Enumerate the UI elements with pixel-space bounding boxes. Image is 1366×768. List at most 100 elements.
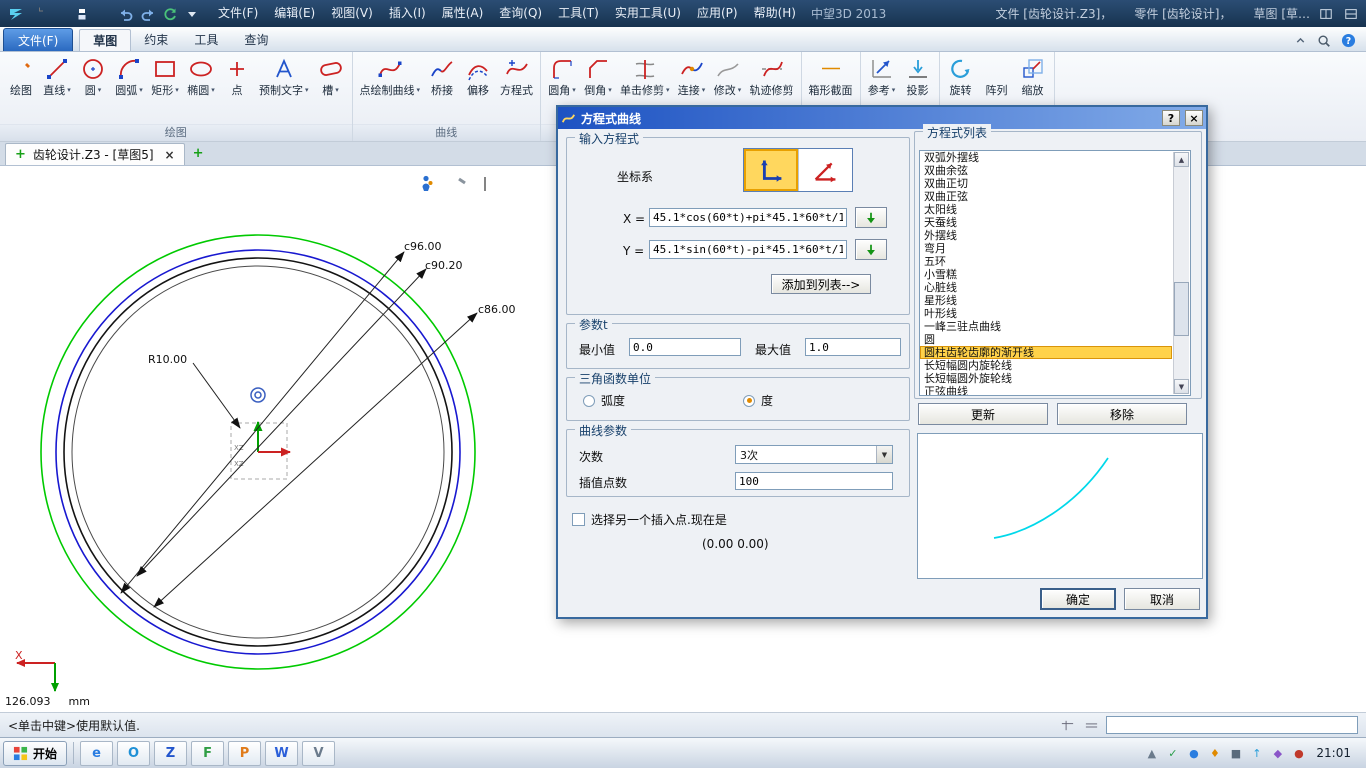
degree-select[interactable]: 3次 ▼ xyxy=(735,445,893,464)
polar-coord-button[interactable] xyxy=(798,149,852,191)
min-value-input[interactable] xyxy=(629,338,741,356)
window-layout-icon[interactable] xyxy=(1317,6,1335,22)
menu-item[interactable]: 应用(P) xyxy=(689,0,746,27)
equation-list-item[interactable]: 双曲正弦 xyxy=(920,190,1172,203)
y-equation-input[interactable] xyxy=(649,240,847,259)
menu-item[interactable]: 编辑(E) xyxy=(266,0,323,27)
menu-item[interactable]: 帮助(H) xyxy=(746,0,804,27)
ribbon-item[interactable]: 偏移 xyxy=(461,55,495,99)
dialog-titlebar[interactable]: 方程式曲线 ? × xyxy=(558,107,1206,129)
ribbon-item[interactable]: 阵列 xyxy=(980,55,1014,99)
dimension-label[interactable]: c90.20 xyxy=(425,259,463,272)
ribbon-item[interactable]: 桥接 xyxy=(425,55,459,99)
eraser-icon[interactable] xyxy=(448,174,468,194)
tray-icon[interactable]: ▲ xyxy=(1144,746,1159,761)
taskbar-button[interactable]: P xyxy=(228,741,261,766)
search-icon[interactable] xyxy=(1317,34,1331,48)
ribbon-item[interactable]: 直线▾ xyxy=(40,55,74,99)
help-icon[interactable]: ? xyxy=(1341,33,1356,48)
filter-flag-icon[interactable] xyxy=(480,174,500,194)
new-tab-button[interactable]: + xyxy=(193,146,204,161)
x-apply-button[interactable] xyxy=(855,207,887,228)
menu-item[interactable]: 工具(T) xyxy=(550,0,607,27)
tray-icon[interactable]: ◆ xyxy=(1270,746,1285,761)
equation-list-item[interactable]: 圆 xyxy=(920,333,1172,346)
ribbon-item[interactable]: 方程式 xyxy=(497,55,536,99)
ribbon-item[interactable]: 圆角▾ xyxy=(545,55,579,99)
taskbar-button[interactable]: Z xyxy=(154,741,187,766)
remove-button[interactable]: 移除 xyxy=(1057,403,1187,425)
new-file-icon[interactable] xyxy=(28,4,47,23)
ribbon-item[interactable]: 绘图 xyxy=(4,55,38,99)
equation-list-item[interactable]: 长短幅圆内旋轮线 xyxy=(920,359,1172,372)
ribbon-item[interactable]: 旋转 xyxy=(944,55,978,99)
ribbon-item[interactable]: 圆▾ xyxy=(76,55,110,99)
close-tab-icon[interactable]: × xyxy=(161,148,175,162)
dropdown-arrow-icon[interactable]: ▼ xyxy=(876,446,892,463)
equation-list-item[interactable]: 长短幅圆外旋轮线 xyxy=(920,372,1172,385)
table-view-icon[interactable] xyxy=(1058,716,1076,734)
add-to-list-button[interactable]: 添加到列表--> xyxy=(771,274,871,294)
redo-icon[interactable] xyxy=(138,4,157,23)
equation-list-item[interactable]: 双曲余弦 xyxy=(920,164,1172,177)
more-icon[interactable] xyxy=(182,4,201,23)
insert-point-checkbox[interactable] xyxy=(572,513,585,526)
update-button[interactable]: 更新 xyxy=(918,403,1048,425)
ribbon-item[interactable]: 单击修剪▾ xyxy=(617,55,673,99)
menu-item[interactable]: 文件(F) xyxy=(210,0,266,27)
tray-icon[interactable]: ● xyxy=(1186,746,1201,761)
equation-list-item[interactable]: 小雪糕 xyxy=(920,268,1172,281)
file-menu-button[interactable]: 文件(F) xyxy=(3,28,73,51)
equation-list-item[interactable]: 天蚕线 xyxy=(920,216,1172,229)
taskbar-button[interactable]: W xyxy=(265,741,298,766)
keyway-notch[interactable] xyxy=(446,430,506,472)
cartesian-coord-button[interactable] xyxy=(744,149,798,191)
scrollbar[interactable]: ▲ ▼ xyxy=(1173,152,1189,394)
equation-list-item[interactable]: 叶形线 xyxy=(920,307,1172,320)
cancel-button[interactable]: 取消 xyxy=(1124,588,1200,610)
undo-icon[interactable] xyxy=(116,4,135,23)
ribbon-tab[interactable]: 工具 xyxy=(181,29,231,51)
taskbar-button[interactable]: O xyxy=(117,741,150,766)
ribbon-item[interactable]: 连接▾ xyxy=(675,55,709,99)
scrollbar-thumb[interactable] xyxy=(1174,282,1189,336)
y-apply-button[interactable] xyxy=(855,239,887,260)
equation-list-item[interactable]: 外摆线 xyxy=(920,229,1172,242)
menu-item[interactable]: 属性(A) xyxy=(434,0,492,27)
dimension-label[interactable]: c86.00 xyxy=(478,303,516,316)
dimension-label[interactable]: c96.00 xyxy=(404,240,442,253)
ribbon-item[interactable]: 椭圆▾ xyxy=(184,55,218,99)
ribbon-item[interactable]: 槽▾ xyxy=(314,55,348,99)
scroll-down-icon[interactable]: ▼ xyxy=(1174,379,1189,394)
collapse-ribbon-icon[interactable] xyxy=(1294,34,1307,47)
scroll-up-icon[interactable]: ▲ xyxy=(1174,152,1189,167)
equation-list-item[interactable]: 圆柱齿轮齿廓的渐开线 xyxy=(920,346,1172,359)
ribbon-item[interactable]: 矩形▾ xyxy=(148,55,182,99)
clock[interactable]: 21:01 xyxy=(1312,746,1359,760)
ribbon-item[interactable]: 箱形截面 xyxy=(806,55,856,99)
equation-list-item[interactable]: 星形线 xyxy=(920,294,1172,307)
equation-list-item[interactable]: 双曲正切 xyxy=(920,177,1172,190)
ribbon-item[interactable]: 参考▾ xyxy=(865,55,899,99)
tray-icon[interactable]: ↑ xyxy=(1249,746,1264,761)
ok-button[interactable]: 确定 xyxy=(1040,588,1116,610)
equation-list-item[interactable]: 一峰三驻点曲线 xyxy=(920,320,1172,333)
equation-list-item[interactable]: 弯月 xyxy=(920,242,1172,255)
degree-radio[interactable]: 度 xyxy=(743,392,773,409)
app-logo-icon[interactable] xyxy=(6,4,25,23)
inquire-icon[interactable] xyxy=(416,174,436,194)
equation-list-item[interactable]: 五环 xyxy=(920,255,1172,268)
document-tab[interactable]: + 齿轮设计.Z3 - [草图5] × xyxy=(5,143,185,165)
ribbon-tab[interactable]: 草图 xyxy=(79,29,131,51)
ribbon-item[interactable]: 点 xyxy=(220,55,254,99)
dialog-close-button[interactable]: × xyxy=(1185,110,1203,126)
menu-item[interactable]: 实用工具(U) xyxy=(607,0,689,27)
menu-item[interactable]: 插入(I) xyxy=(381,0,434,27)
taskbar-button[interactable]: V xyxy=(302,741,335,766)
ribbon-item[interactable]: 投影 xyxy=(901,55,935,99)
ribbon-item[interactable]: 圆弧▾ xyxy=(112,55,146,99)
tray-icon[interactable]: ♦ xyxy=(1207,746,1222,761)
max-value-input[interactable] xyxy=(805,338,901,356)
ribbon-tab[interactable]: 查询 xyxy=(231,29,281,51)
radian-radio[interactable]: 弧度 xyxy=(583,392,625,409)
